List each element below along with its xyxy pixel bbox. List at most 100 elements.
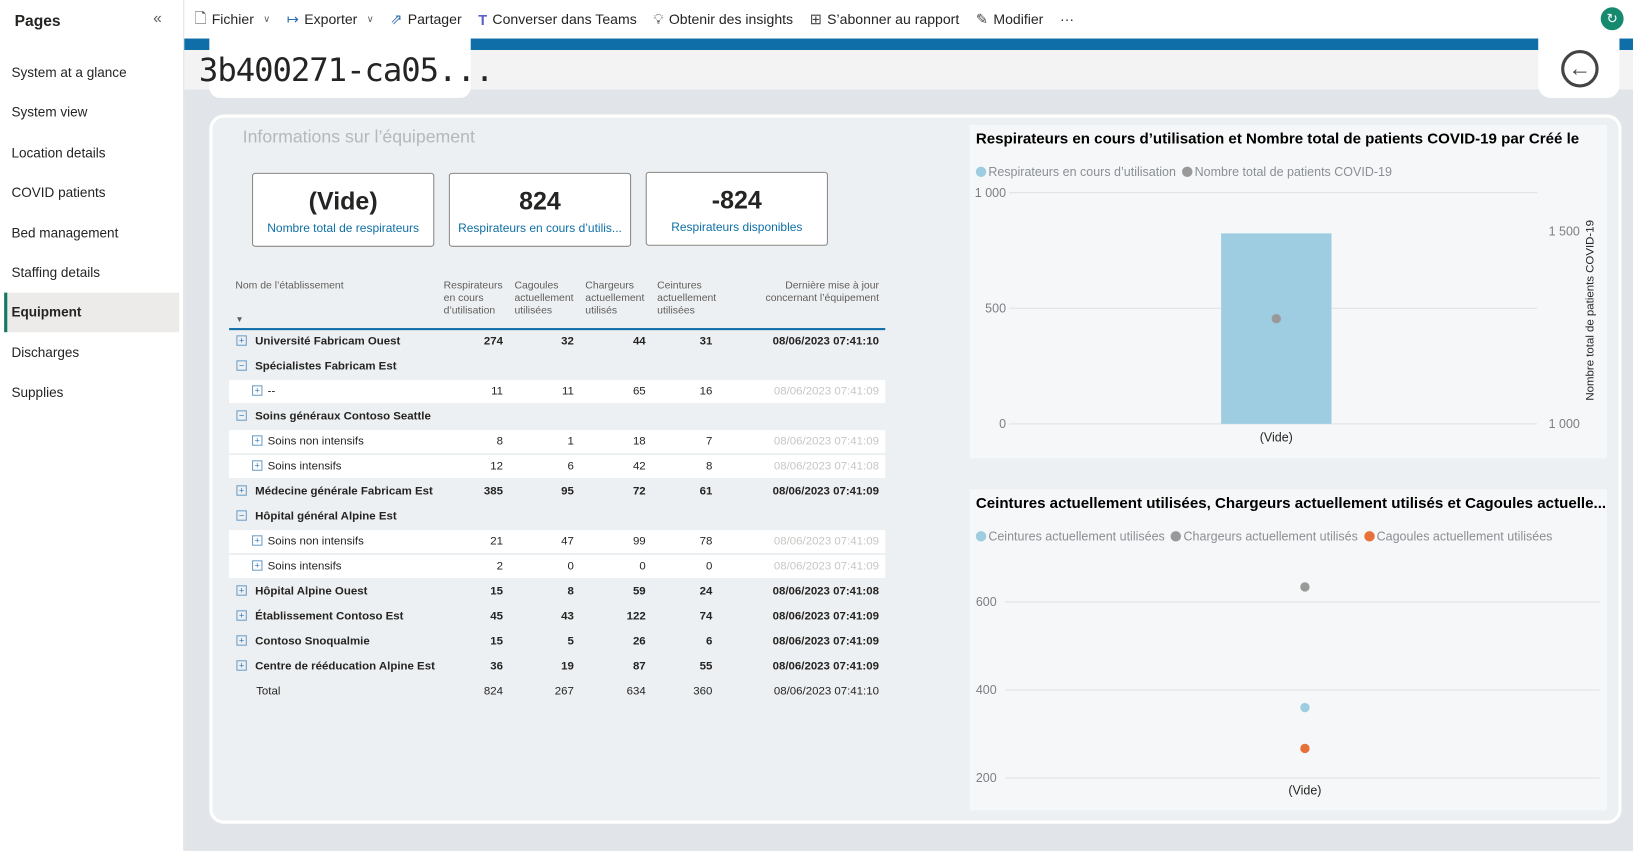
last-update: 08/06/2023 07:41:08 [772,585,879,598]
collapse-icon[interactable]: − [236,360,247,371]
table-row: − Spécialistes Fabricam Est [229,355,885,378]
cell-value: 31 [699,335,713,348]
cell-value: 122 [626,610,646,623]
cell-value: 45 [490,610,504,623]
sidebar-item-staffing-details[interactable]: Staffing details [4,253,179,293]
share-button[interactable]: ⇗ Partager [390,10,461,28]
facility-name: Médecine générale Fabricam Est [255,485,433,498]
y2-axis-title: Nombre total de patients COVID-19 [1584,220,1596,401]
refresh-icon[interactable]: ↻ [1600,7,1624,31]
chevron-down-icon: ∨ [366,13,374,24]
insights-button[interactable]: 💡︎ Obtenir des insights [653,10,793,28]
kpi-respirators-in-use: 824 Respirateurs en cours d’utilis... [448,172,632,247]
expand-icon[interactable]: + [252,460,263,471]
column-header-hoods[interactable]: Cagoules actuellement utilisées [514,280,574,317]
column-header-respirators[interactable]: Respirateurs en cours d’utilisation [444,280,504,317]
sidebar-item-system-view[interactable]: System view [4,93,179,133]
share-icon: ⇗ [390,10,403,28]
teams-chat-button[interactable]: T Converser dans Teams [478,11,636,28]
cell-value: 99 [632,535,646,548]
cell-value: 87 [632,660,646,673]
table-row: + Université Fabricam Ouest 274 32 44 31 08/06… [229,330,885,353]
kpi-value: (Vide) [308,187,378,216]
expand-icon[interactable]: + [236,660,247,671]
pencil-icon: ✎ [975,10,989,28]
share-label: Partager [407,11,462,28]
cell-value: 59 [632,585,646,598]
facility-name: Spécialistes Fabricam Est [255,360,397,373]
expand-icon[interactable]: + [236,485,247,496]
expand-icon[interactable]: + [252,535,263,546]
total-row: Total 824 267 634 360 08/06/2023 07:41:10 [229,680,885,703]
cell-value: 385 [483,485,504,498]
cell-value: 43 [561,610,574,623]
expand-icon[interactable]: + [252,385,263,396]
collapse-sidebar-icon[interactable]: « [153,9,162,27]
insights-label: Obtenir des insights [668,11,794,28]
x-tick-label: (Vide) [1288,784,1321,798]
point-chargers [1300,582,1310,592]
facility-name: Centre de rééducation Alpine Est [255,660,435,673]
cell-value: 6 [567,460,574,473]
column-header-belts[interactable]: Ceintures actuellement utilisées [657,280,716,317]
cell-value: 7 [705,435,713,448]
kpi-value: -824 [711,186,762,215]
chevron-down-icon: ∨ [263,13,271,24]
collapse-icon[interactable]: − [236,410,247,421]
file-menu-button[interactable]: 🗋 Fichier ∨ [195,7,270,32]
sidebar-item-location-details[interactable]: Location details [4,133,179,173]
sidebar-item-supplies[interactable]: Supplies [4,373,179,413]
sidebar-item-covid-patients[interactable]: COVID patients [4,173,179,213]
edit-button[interactable]: ✎ Modifier [976,10,1043,28]
y-tick-label: 400 [976,683,997,697]
sidebar-item-system-at-a-glance[interactable]: System at a glance [4,53,179,93]
teams-label: Converser dans Teams [492,11,637,28]
expand-icon[interactable]: + [236,585,247,596]
cell-value: 72 [632,485,646,498]
collapse-icon[interactable]: − [236,510,247,521]
sidebar-item-discharges[interactable]: Discharges [4,333,179,373]
cell-value: 267 [554,685,574,698]
cell-value: 11 [491,385,504,398]
subscribe-button[interactable]: ⊞ S’abonner au rapport [810,10,960,28]
cell-value: 21 [490,535,504,548]
more-options-button[interactable]: ··· [1060,11,1074,27]
expand-icon[interactable]: + [252,560,263,571]
table-row: + Soins non intensifs 21 47 99 78 08/06/2023 0… [229,530,886,554]
page-title: 3b400271-ca05... [198,52,494,90]
last-update: 08/06/2023 07:41:09 [773,435,879,448]
table-row: + Médecine générale Fabricam Est 385 95 72 61… [229,480,885,503]
expand-icon[interactable]: + [252,435,263,446]
cell-value: 42 [632,460,646,473]
table-row: − Hôpital général Alpine Est [229,505,885,528]
point-belts [1300,702,1310,713]
facility-name: Contoso Snoqualmie [255,635,370,648]
back-arrow-icon[interactable]: ← [1561,49,1599,88]
cell-value: 274 [483,335,504,348]
cell-value: 6 [705,635,713,648]
expand-icon[interactable]: + [236,335,247,346]
cell-value: 47 [561,535,574,548]
cell-value: 26 [632,635,646,648]
column-header-last-update[interactable]: Dernière mise à jour concernant l’équipe… [750,280,878,305]
export-menu-button[interactable]: ↦ Exporter ∨ [287,10,374,28]
file-icon: 🗋 [194,8,207,26]
column-header-facility[interactable]: Nom de l’établissement [235,280,433,292]
last-update: 08/06/2023 07:41:09 [773,560,879,573]
expand-icon[interactable]: + [236,610,247,621]
y-tick-label: 600 [976,595,997,609]
column-header-chargers[interactable]: Chargeurs actuellement utilisés [585,280,647,317]
sort-descending-icon[interactable]: ▼ [235,315,243,324]
facility-name: Hôpital Alpine Ouest [255,585,368,598]
cell-value: 8 [567,585,574,598]
sidebar-item-equipment[interactable]: Equipment [4,293,180,333]
cell-value: 78 [699,535,713,548]
y-tick-label: 0 [999,417,1006,431]
table-row: + Soins non intensifs 8 1 18 7 08/06/2023 07:4… [229,430,886,454]
sidebar-item-bed-management[interactable]: Bed management [4,213,179,253]
expand-icon[interactable]: + [236,635,247,646]
facility-name: Université Fabricam Ouest [255,335,401,348]
kpi-value: 824 [519,187,561,216]
facility-name: -- [267,385,276,398]
facility-name: Établissement Contoso Est [255,610,404,623]
